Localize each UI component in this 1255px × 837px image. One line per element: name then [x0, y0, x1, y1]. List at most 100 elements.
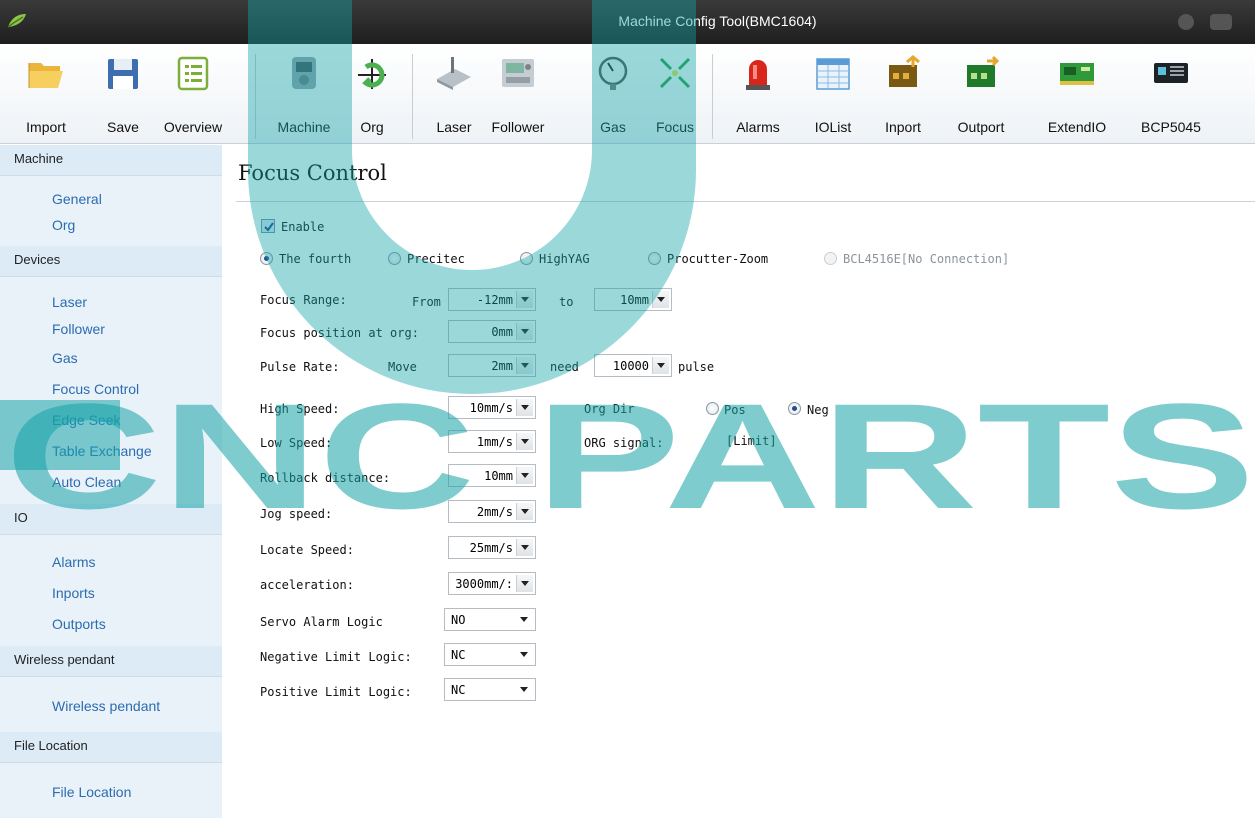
save-button[interactable]: Save — [100, 44, 146, 144]
sidebar-item-follower[interactable]: Follower — [0, 316, 222, 343]
focus-label: Focus — [655, 119, 695, 135]
sidebar-header-machine[interactable]: Machine — [0, 145, 222, 176]
org-dir-neg-radio[interactable] — [788, 402, 801, 415]
servo-alarm-select[interactable]: NO — [444, 608, 536, 631]
sidebar-item-general[interactable]: General — [0, 186, 222, 212]
enable-checkbox[interactable] — [261, 219, 275, 233]
chevron-down-icon — [516, 681, 533, 698]
sidebar-header-io[interactable]: IO — [0, 504, 222, 535]
org-button[interactable]: Org — [352, 44, 392, 144]
pos-limit-select[interactable]: NC — [444, 678, 536, 701]
acceleration-select[interactable]: 3000mm/: — [448, 572, 536, 595]
laser-button[interactable]: Laser — [432, 44, 476, 144]
machine-label: Machine — [277, 119, 331, 135]
follower-button[interactable]: Follower — [487, 44, 549, 144]
type-radio-procutter-zoom[interactable] — [648, 252, 661, 265]
laser-icon — [437, 57, 471, 90]
type-radio-precitec[interactable] — [388, 252, 401, 265]
chevron-down-icon — [516, 575, 533, 592]
type-label-precitec: Precitec — [407, 252, 465, 266]
sidebar-item-gas[interactable]: Gas — [0, 343, 222, 374]
outport-icon — [967, 55, 1000, 87]
chevron-down-icon — [516, 323, 533, 340]
sidebar-item-table-exchange[interactable]: Table Exchange — [0, 436, 222, 467]
servo-alarm-value: NO — [451, 613, 466, 627]
type-radio-bcl4516e[interactable] — [824, 252, 837, 265]
pulse-move-select[interactable]: 2mm — [448, 354, 536, 377]
servo-alarm-label: Servo Alarm Logic — [260, 615, 383, 629]
focus-org-select[interactable]: 0mm — [448, 320, 536, 343]
sidebar-item-focus-control[interactable]: Focus Control — [0, 374, 222, 405]
sidebar-item-laser[interactable]: Laser — [0, 289, 222, 316]
window-menu-icon[interactable] — [1210, 14, 1232, 30]
low-speed-label: Low Speed: — [260, 436, 333, 450]
sidebar-item-edge-seek[interactable]: Edge Seek — [0, 405, 222, 436]
alarms-button[interactable]: Alarms — [730, 44, 786, 144]
high-speed-select[interactable]: 10mm/s — [448, 396, 536, 419]
title-bar: Machine Config Tool(BMC1604) — [0, 0, 1255, 44]
window-title: Machine Config Tool(BMC1604) — [618, 13, 817, 29]
focus-button[interactable]: Focus — [652, 44, 698, 144]
jog-speed-select[interactable]: 2mm/s — [448, 500, 536, 523]
type-radio-highyag[interactable] — [520, 252, 533, 265]
sidebar-header-wireless[interactable]: Wireless pendant — [0, 646, 222, 677]
extendio-label: ExtendIO — [1047, 119, 1107, 135]
sidebar-item-outports[interactable]: Outports — [0, 609, 222, 640]
inport-button[interactable]: Inport — [878, 44, 928, 144]
table-icon — [816, 58, 850, 90]
pulse-unit-label: pulse — [678, 360, 715, 374]
overview-label: Overview — [163, 119, 223, 135]
follower-label: Follower — [491, 119, 545, 135]
folder-open-icon — [28, 63, 63, 88]
save-label: Save — [107, 119, 139, 135]
iolist-label: IOList — [814, 119, 852, 135]
bcp5045-button[interactable]: BCP5045 — [1138, 44, 1204, 144]
chevron-down-icon — [516, 467, 533, 484]
pos-limit-value: NC — [451, 683, 466, 697]
locate-speed-select[interactable]: 25mm/s — [448, 536, 536, 559]
sidebar-item-file-location[interactable]: File Location — [0, 777, 222, 808]
jog-speed-label: Jog speed: — [260, 507, 333, 521]
focus-org-value: 0mm — [491, 325, 513, 339]
inport-label: Inport — [885, 119, 921, 135]
overview-button[interactable]: Overview — [162, 44, 224, 144]
focus-range-to-select[interactable]: 10mm — [594, 288, 672, 311]
bcp5045-label: BCP5045 — [1141, 119, 1201, 135]
focus-arrows-icon — [659, 57, 691, 89]
sidebar-item-wireless-pendant[interactable]: Wireless pendant — [0, 691, 222, 722]
gas-button[interactable]: Gas — [596, 44, 630, 144]
focus-org-label: Focus position at org: — [260, 326, 419, 340]
chevron-down-icon — [652, 291, 669, 308]
org-signal-value: [Limit] — [726, 434, 777, 448]
neg-limit-select[interactable]: NC — [444, 643, 536, 666]
jog-speed-value: 2mm/s — [476, 505, 513, 519]
pulse-move-value: 2mm — [491, 359, 513, 373]
window-settings-icon[interactable] — [1178, 14, 1194, 30]
laser-label: Laser — [436, 119, 472, 135]
pulse-need-select[interactable]: 10000 — [594, 354, 672, 377]
org-dir-pos-radio[interactable] — [706, 402, 719, 415]
toolbar-separator — [255, 54, 256, 139]
import-button[interactable]: Import — [20, 44, 72, 144]
chevron-down-icon — [516, 357, 533, 374]
sidebar-item-inports[interactable]: Inports — [0, 578, 222, 609]
outport-button[interactable]: Outport — [950, 44, 1012, 144]
low-speed-select[interactable]: 1mm/s — [448, 430, 536, 453]
toolbar-separator — [412, 54, 413, 139]
sidebar-item-auto-clean[interactable]: Auto Clean — [0, 467, 222, 498]
sidebar-header-file-location[interactable]: File Location — [0, 732, 222, 763]
type-radio-the-fourth[interactable] — [260, 252, 273, 265]
machine-button[interactable]: Machine — [272, 44, 336, 144]
sidebar-item-alarms[interactable]: Alarms — [0, 547, 222, 578]
rollback-select[interactable]: 10mm — [448, 464, 536, 487]
org-dir-label: Org Dir — [584, 402, 635, 416]
extendio-button[interactable]: ExtendIO — [1040, 44, 1114, 144]
focus-range-from-select[interactable]: -12mm — [448, 288, 536, 311]
floppy-disk-icon — [108, 59, 138, 89]
sidebar-item-org[interactable]: Org — [0, 212, 222, 238]
alarms-label: Alarms — [736, 119, 780, 135]
focus-range-from-label: From — [412, 295, 441, 309]
iolist-button[interactable]: IOList — [808, 44, 858, 144]
sidebar-header-devices[interactable]: Devices — [0, 246, 222, 277]
sidebar-group-devices: Laser Follower Gas Focus Control Edge Se… — [0, 277, 222, 504]
